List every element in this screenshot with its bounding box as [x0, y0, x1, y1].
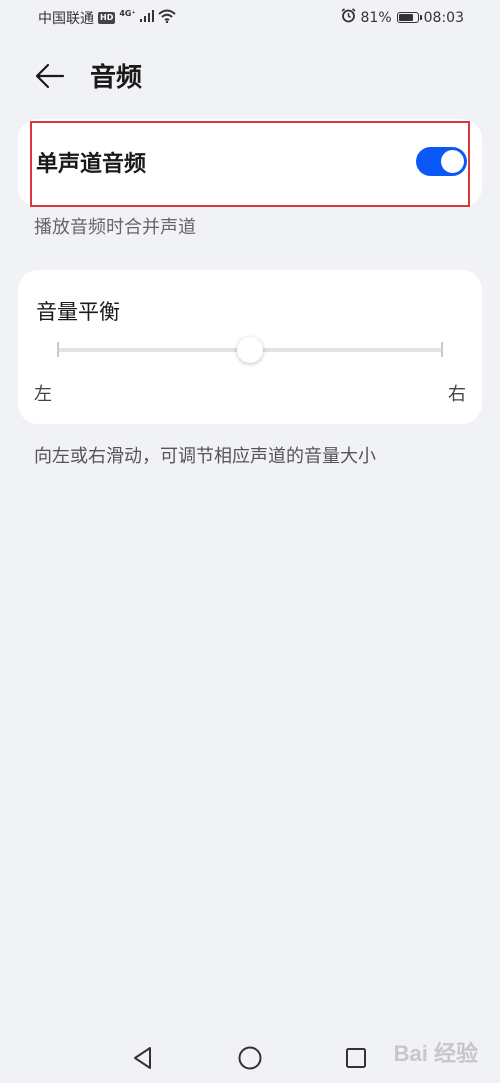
wifi-icon [158, 9, 176, 27]
balance-description: 向左或右滑动，可调节相应声道的音量大小 [34, 446, 376, 467]
hd-badge: HD [98, 12, 116, 24]
mono-audio-description: 播放音频时合并声道 [34, 217, 196, 238]
back-button[interactable] [30, 56, 70, 96]
battery-percent: 81% [360, 9, 392, 26]
arrow-left-icon [35, 63, 65, 89]
status-right: 81% 08:03 [340, 8, 464, 27]
balance-label: 音量平衡 [36, 300, 120, 324]
alarm-icon [340, 8, 356, 27]
back-triangle-icon [134, 1047, 151, 1069]
recent-square-icon [346, 1048, 366, 1068]
slider-tick-right [441, 342, 443, 357]
signal-icon [139, 10, 154, 26]
nav-recent-button[interactable] [340, 1042, 372, 1074]
app-header: 音频 [0, 50, 500, 100]
nav-back-button[interactable] [127, 1042, 159, 1074]
status-left: 中国联通 HD 4G⁺ [38, 8, 176, 28]
carrier-name: 中国联通 [38, 11, 94, 27]
battery-fill [398, 14, 413, 21]
balance-left-label: 左 [34, 384, 52, 405]
status-bar: 中国联通 HD 4G⁺ 81% 08:03 [0, 0, 500, 36]
clock-time: 08:03 [423, 9, 464, 26]
slider-tick-left [57, 342, 59, 357]
toggle-knob [441, 150, 464, 173]
page-title: 音频 [90, 63, 143, 93]
mono-audio-toggle[interactable] [416, 147, 467, 176]
nav-home-button[interactable] [234, 1042, 266, 1074]
network-type: 4G⁺ [119, 8, 136, 18]
baidu-watermark: Bai 经验 [393, 1041, 478, 1066]
mono-audio-label: 单声道音频 [36, 152, 147, 177]
home-circle-icon [238, 1046, 262, 1070]
balance-right-label: 右 [448, 384, 466, 405]
battery-icon [396, 12, 422, 23]
balance-slider-thumb[interactable] [237, 337, 263, 363]
